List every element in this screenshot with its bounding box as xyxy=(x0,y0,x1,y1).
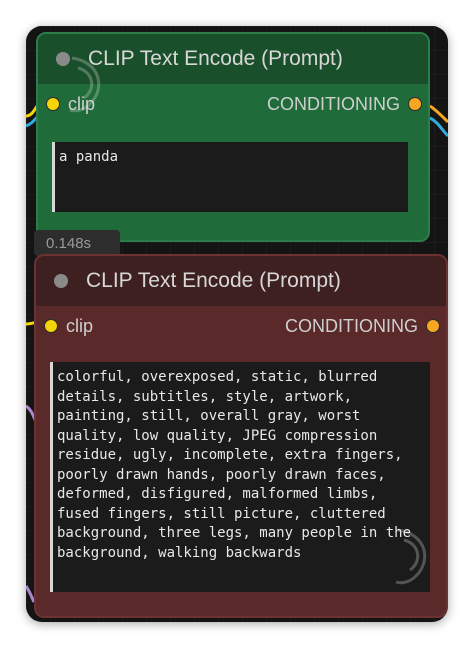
node-title: CLIP Text Encode (Prompt) xyxy=(86,269,341,292)
node-title: CLIP Text Encode (Prompt) xyxy=(88,47,343,70)
clip-input-slot[interactable]: clip xyxy=(44,316,93,337)
node-title-bar[interactable]: CLIP Text Encode (Prompt) xyxy=(36,256,446,306)
clip-input-label: clip xyxy=(66,315,94,336)
conditioning-output-label: CONDITIONING xyxy=(267,93,400,114)
prompt-text-input[interactable]: a panda xyxy=(52,142,408,212)
clip-text-encode-node-negative[interactable]: CLIP Text Encode (Prompt) clip CONDITION… xyxy=(34,254,448,618)
graph-canvas[interactable]: CLIP Text Encode (Prompt) clip CONDITION… xyxy=(26,26,448,622)
conditioning-output-dot-icon[interactable] xyxy=(426,319,440,333)
conditioning-output-slot[interactable]: CONDITIONING xyxy=(267,94,422,115)
node-slots: clip CONDITIONING xyxy=(36,306,446,346)
conditioning-output-label: CONDITIONING xyxy=(285,315,418,336)
execution-time-badge: 0.148s xyxy=(34,230,120,256)
conditioning-output-dot-icon[interactable] xyxy=(408,97,422,111)
wire-purple-3 xyxy=(26,585,36,603)
logo-watermark-icon xyxy=(395,528,427,585)
clip-input-dot-icon[interactable] xyxy=(44,319,58,333)
prompt-text-input[interactable]: colorful, overexposed, static, blurred d… xyxy=(50,362,430,592)
conditioning-output-slot[interactable]: CONDITIONING xyxy=(285,316,440,337)
collapse-dot-icon[interactable] xyxy=(54,274,68,288)
clip-text-encode-node-positive[interactable]: CLIP Text Encode (Prompt) clip CONDITION… xyxy=(36,32,430,242)
clip-input-dot-icon[interactable] xyxy=(46,97,60,111)
logo-watermark-icon xyxy=(69,56,101,113)
